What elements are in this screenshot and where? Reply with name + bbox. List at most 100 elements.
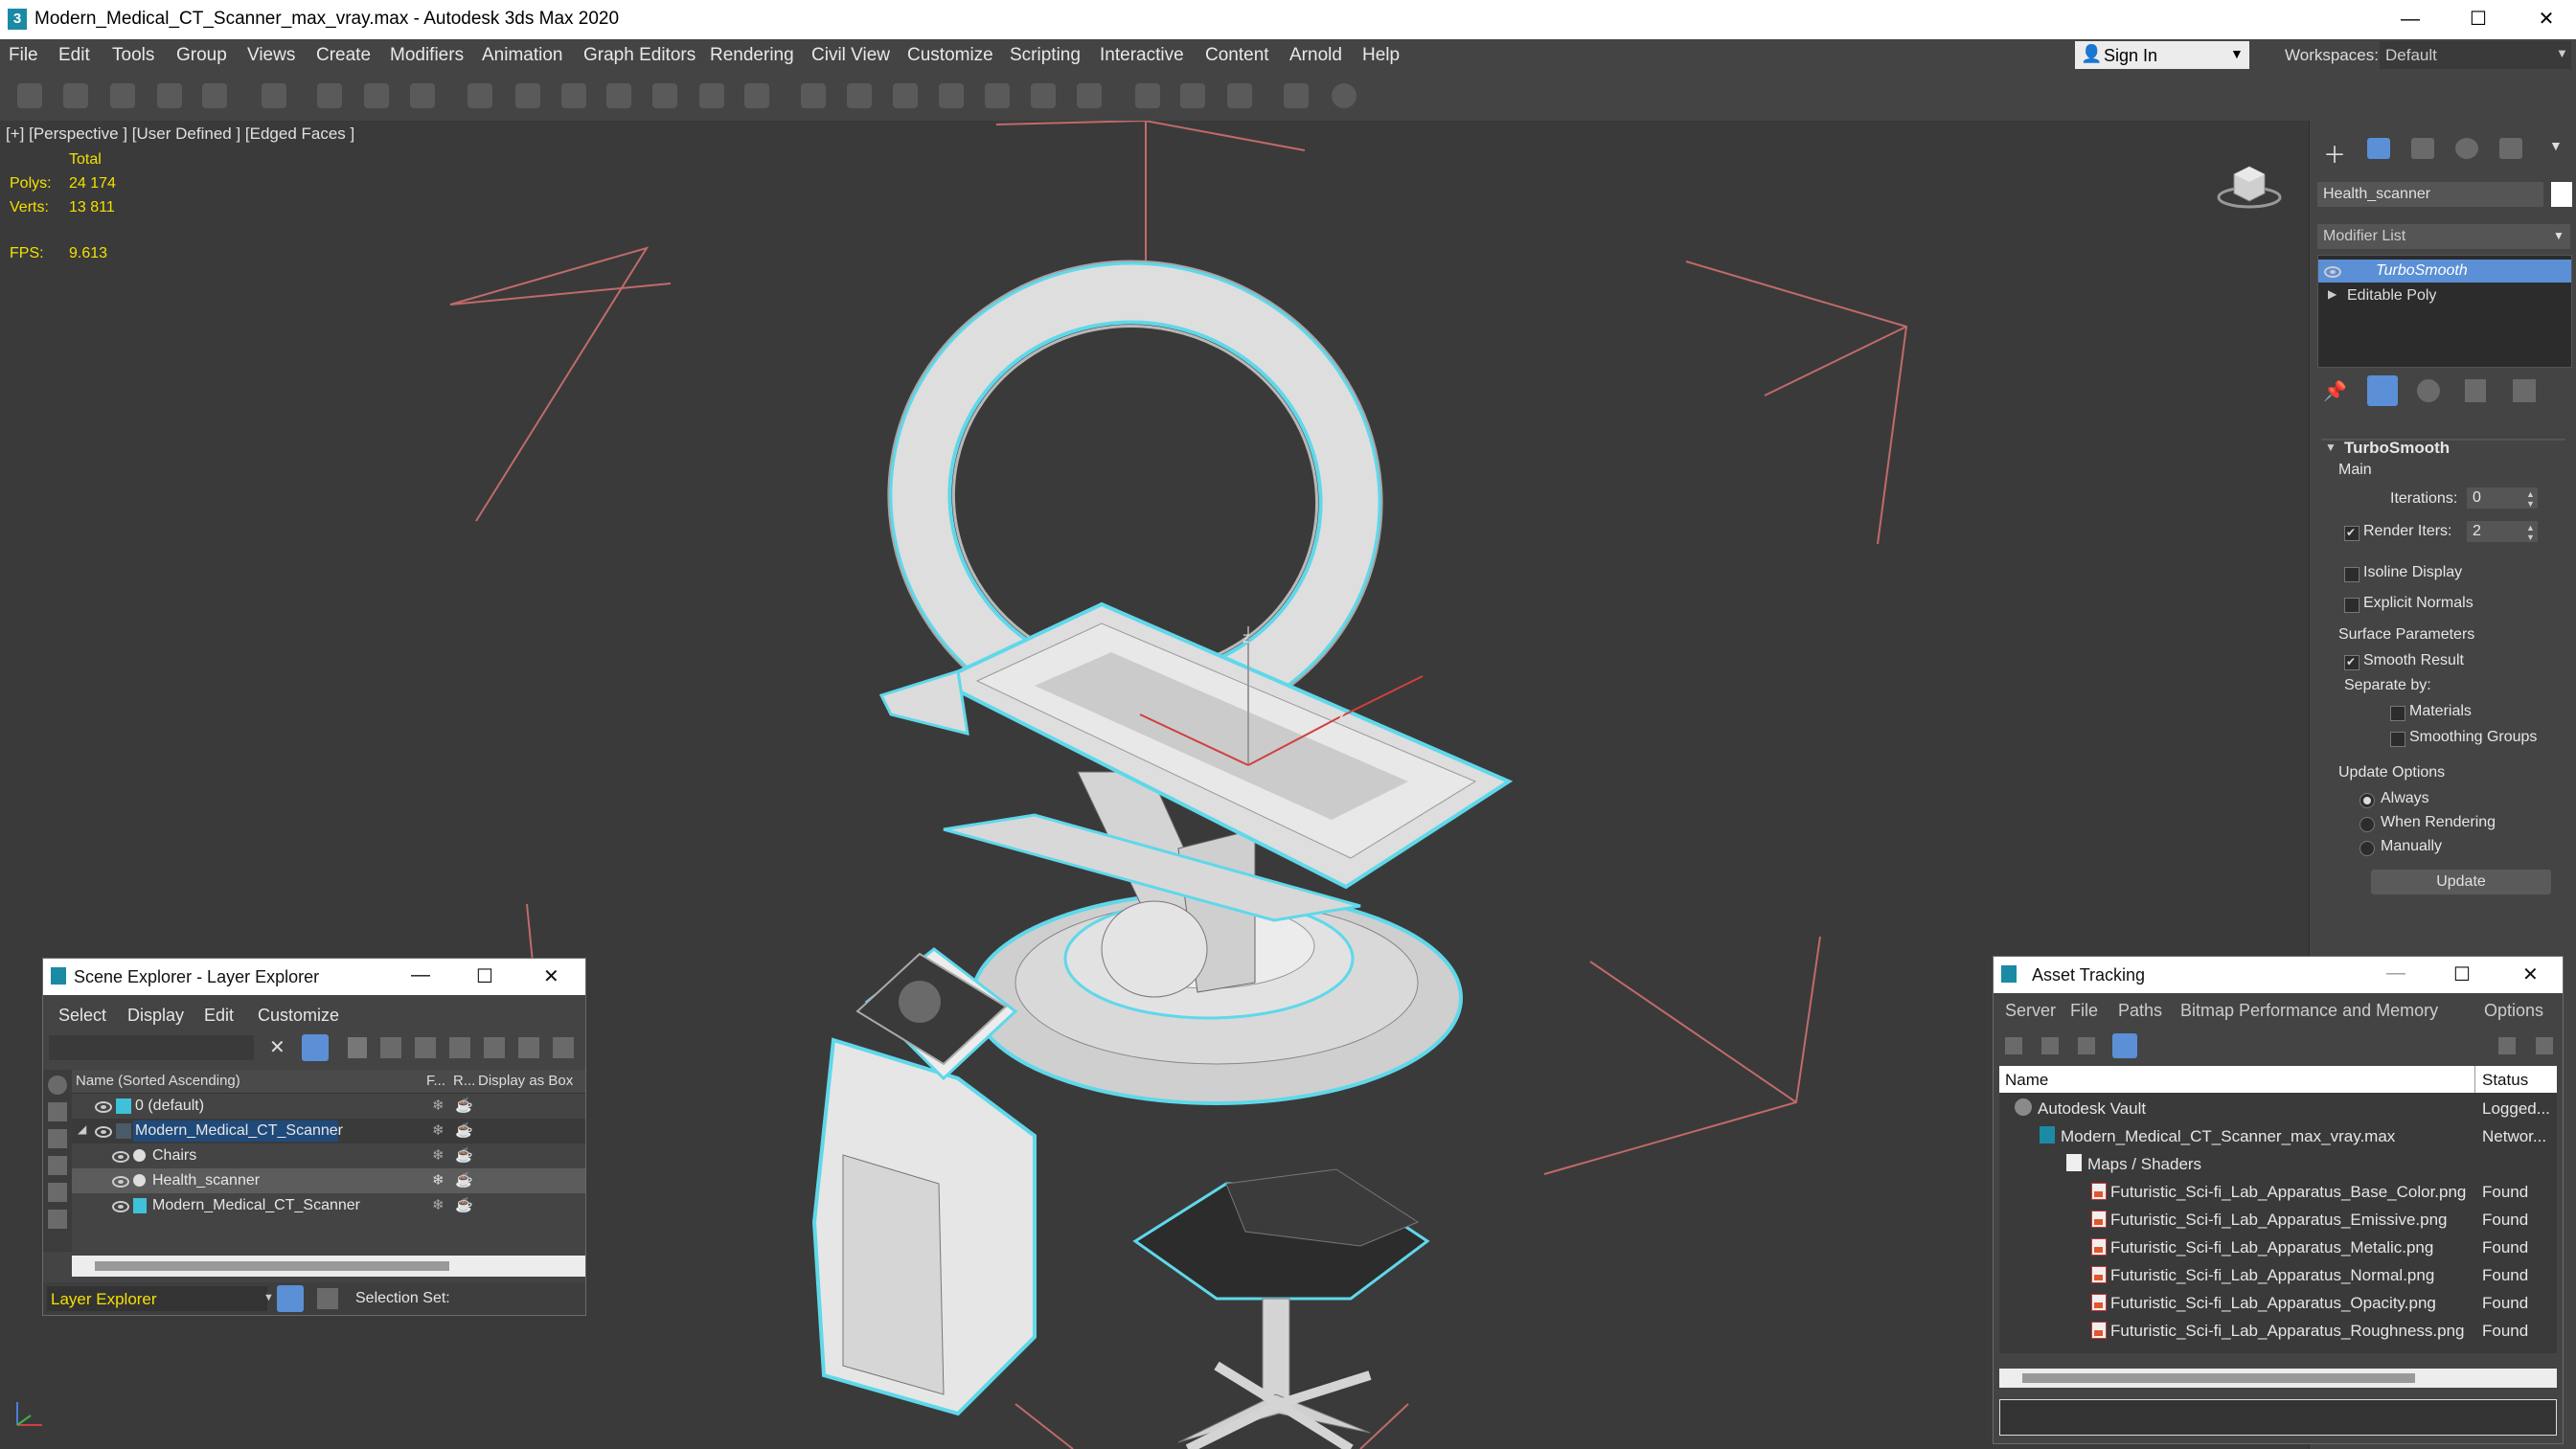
sphere-filter-icon[interactable] [48, 1075, 67, 1095]
menu-graph-editors[interactable]: Graph Editors [583, 45, 695, 66]
smoothing-groups-checkbox[interactable] [2390, 732, 2405, 747]
pin-icon[interactable] [2536, 1037, 2553, 1054]
layer-row[interactable]: 0 (default) ❄ ☕ [72, 1094, 585, 1119]
bind-space-warp-icon[interactable] [202, 83, 227, 108]
modifier-list-dropdown[interactable]: Modifier List ▼ [2317, 224, 2570, 249]
stack-item-editable-poly[interactable]: ▶ Editable Poly [2318, 284, 2571, 307]
asset-row[interactable]: Futuristic_Sci-fi_Lab_Apparatus_Metalic.… [1999, 1234, 2557, 1261]
sphere-icon[interactable] [561, 83, 586, 108]
scrollbar-thumb[interactable] [2022, 1373, 2415, 1383]
select-region-icon[interactable] [410, 83, 435, 108]
menu-tools[interactable]: Tools [112, 45, 154, 66]
manually-radio[interactable] [2359, 841, 2375, 856]
workspaces-dropdown[interactable]: Default ▼ [2380, 41, 2571, 69]
layer-row[interactable]: Chairs ❄ ☕ [72, 1143, 585, 1168]
menu-customize[interactable]: Customize [907, 45, 993, 66]
spacewarps-filter-icon[interactable] [48, 1210, 67, 1229]
select-object-icon[interactable] [317, 83, 342, 108]
help-icon[interactable] [1332, 83, 1356, 108]
clear-filter-icon[interactable]: ✕ [269, 1035, 285, 1059]
freeze-icon[interactable]: ❄ [432, 1097, 445, 1114]
eye-icon[interactable] [95, 1101, 112, 1113]
maximize-button[interactable]: ☐ [2449, 0, 2508, 39]
chevron-down-icon[interactable]: ▼ [2549, 138, 2563, 153]
expand-arrow-icon[interactable]: ▶ [2328, 287, 2337, 301]
menu-edit[interactable]: Edit [204, 1006, 234, 1026]
select-by-name-icon[interactable] [364, 83, 389, 108]
menu-bitmap-performance[interactable]: Bitmap Performance and Memory [2180, 1001, 2438, 1021]
column-name[interactable]: Name [2005, 1071, 2048, 1090]
minimize-button[interactable]: — [2381, 0, 2440, 39]
lights-filter-icon[interactable] [48, 1129, 67, 1148]
layers-mode-icon[interactable] [277, 1285, 304, 1312]
maximize-button[interactable]: ☐ [476, 964, 493, 988]
motion-tab-icon[interactable] [2455, 138, 2478, 159]
update-button[interactable]: Update [2371, 870, 2551, 894]
maximize-button[interactable]: ☐ [2453, 962, 2471, 986]
asset-row[interactable]: Futuristic_Sci-fi_Lab_Apparatus_Base_Col… [1999, 1178, 2557, 1206]
menu-rendering[interactable]: Rendering [710, 45, 794, 66]
menu-file[interactable]: File [2070, 1001, 2098, 1021]
hierarchy-mode-icon[interactable] [317, 1288, 338, 1309]
scrollbar-thumb[interactable] [95, 1261, 449, 1271]
column-status[interactable]: Status [2482, 1071, 2528, 1090]
horizontal-scrollbar[interactable] [72, 1256, 585, 1277]
asset-row[interactable]: Futuristic_Sci-fi_Lab_Apparatus_Normal.p… [1999, 1261, 2557, 1289]
shapes-filter-icon[interactable] [48, 1102, 67, 1121]
manage-icon[interactable] [1284, 83, 1309, 108]
find-input[interactable] [49, 1035, 254, 1060]
teapot-icon[interactable]: ☕ [455, 1146, 473, 1164]
spinner-arrows-icon[interactable]: ▲ ▼ [2526, 489, 2535, 509]
teapot-icon[interactable] [1031, 83, 1056, 108]
create-tab-icon[interactable]: ＋ [2323, 136, 2346, 170]
smooth-result-checkbox[interactable]: ✔ [2344, 655, 2359, 670]
configure-modifier-sets-icon[interactable] [2513, 379, 2536, 402]
explicit-normals-checkbox[interactable] [2344, 598, 2359, 613]
pin-stack-icon[interactable]: 📌 [2323, 379, 2347, 403]
render-iters-spinner[interactable]: 2 ▲ ▼ [2467, 521, 2538, 542]
menu-display[interactable]: Display [127, 1006, 184, 1026]
filter-icon[interactable] [302, 1034, 329, 1061]
spinner-arrows-icon[interactable]: ▲ ▼ [2526, 523, 2535, 542]
menu-views[interactable]: Views [247, 45, 295, 66]
object-color-swatch[interactable] [2551, 182, 2572, 207]
menu-scripting[interactable]: Scripting [1010, 45, 1081, 66]
display-tab-icon[interactable] [2499, 138, 2522, 159]
isoline-display-checkbox[interactable] [2344, 567, 2359, 582]
stack-item-turbosmooth[interactable]: TurboSmooth [2318, 260, 2571, 283]
make-unique-icon[interactable] [2417, 379, 2440, 402]
layer-stack-icon[interactable] [484, 1037, 505, 1058]
undo-icon[interactable] [17, 83, 42, 108]
add-layer-icon[interactable] [380, 1037, 401, 1058]
render-frame-icon[interactable] [939, 83, 964, 108]
scene-explorer-titlebar[interactable]: Scene Explorer - Layer Explorer — ☐ ✕ [43, 959, 585, 995]
hierarchy-tab-icon[interactable] [2411, 138, 2434, 159]
menu-edit[interactable]: Edit [58, 45, 90, 66]
settings-icon[interactable] [553, 1037, 574, 1058]
lock-icon[interactable] [348, 1037, 367, 1058]
cameras-filter-icon[interactable] [48, 1156, 67, 1175]
minimize-button[interactable]: — [2386, 962, 2405, 985]
snap-icon[interactable] [801, 83, 826, 108]
eye-icon[interactable] [2324, 266, 2341, 278]
sign-in-dropdown[interactable]: 👤 Sign In ▼ [2075, 41, 2249, 69]
always-radio[interactable] [2359, 793, 2375, 808]
material-editor-icon[interactable] [847, 83, 872, 108]
sun-icon[interactable] [699, 83, 724, 108]
asset-row[interactable]: Futuristic_Sci-fi_Lab_Apparatus_Emissive… [1999, 1206, 2557, 1234]
asset-row[interactable]: Futuristic_Sci-fi_Lab_Apparatus_Roughnes… [1999, 1317, 2557, 1345]
cone-icon[interactable] [652, 83, 677, 108]
menu-animation[interactable]: Animation [482, 45, 563, 66]
column-name[interactable]: Name (Sorted Ascending) [76, 1073, 240, 1089]
torus-icon[interactable] [606, 83, 631, 108]
close-button[interactable]: ✕ [2517, 0, 2576, 39]
environment-icon[interactable] [1077, 83, 1102, 108]
menu-interactive[interactable]: Interactive [1100, 45, 1184, 66]
redo-icon[interactable] [63, 83, 88, 108]
menu-content[interactable]: Content [1205, 45, 1269, 66]
column-freeze[interactable]: F... [426, 1073, 445, 1089]
eye-icon[interactable] [95, 1126, 112, 1138]
selection-filter-icon[interactable] [262, 83, 286, 108]
column-display-as-box[interactable]: Display as Box [478, 1073, 573, 1089]
asset-path-field[interactable] [1999, 1399, 2557, 1436]
